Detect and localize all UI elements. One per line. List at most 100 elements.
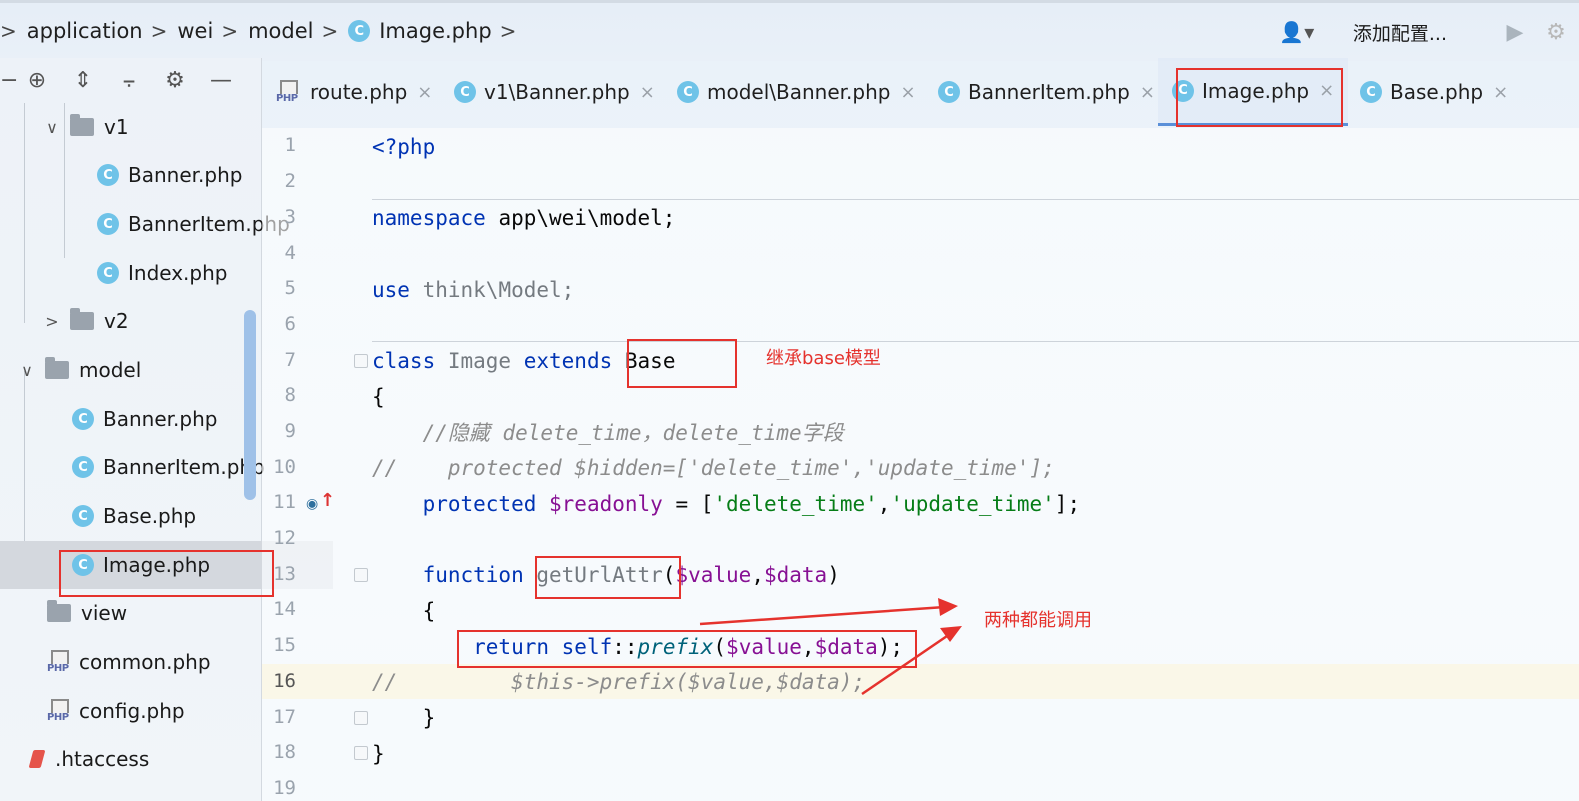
tree-folder-model[interactable]: ∨ model bbox=[0, 346, 278, 394]
class-icon: C bbox=[348, 20, 371, 42]
chevron-right-icon: > bbox=[150, 19, 168, 43]
tree-item-label: Index.php bbox=[128, 261, 228, 285]
tree-item-label: common.php bbox=[79, 650, 211, 674]
folder-icon bbox=[70, 114, 94, 136]
php-file-icon: PHP bbox=[47, 650, 73, 674]
class-icon: C bbox=[454, 81, 476, 103]
php-file-icon: PHP bbox=[276, 80, 302, 104]
breadcrumb: > application > wei > model > C Image.ph… bbox=[0, 17, 526, 45]
scrollbar[interactable] bbox=[244, 310, 256, 500]
tree-item-label: Banner.php bbox=[128, 163, 243, 187]
highlight-box-getter bbox=[535, 556, 681, 599]
tab-model-banner[interactable]: C model\Banner.php × bbox=[677, 58, 916, 126]
section-divider bbox=[372, 341, 1579, 342]
chevron-right-icon: > bbox=[221, 19, 239, 43]
gear-icon[interactable]: ⚙ bbox=[152, 68, 198, 93]
line-number: 3 bbox=[284, 206, 296, 228]
editor-tabs: PHP route.php × C v1\Banner.php × C mode… bbox=[262, 58, 1579, 128]
line-number: 11 bbox=[273, 491, 296, 513]
tree-folder-v1[interactable]: ∨ v1 bbox=[0, 103, 303, 151]
class-icon: C bbox=[97, 262, 119, 284]
line-number: 19 bbox=[273, 777, 296, 799]
line-number: 1 bbox=[284, 134, 296, 156]
chevron-down-icon[interactable]: ∨ bbox=[17, 361, 37, 380]
overrides-icon[interactable]: ◉ bbox=[306, 496, 318, 512]
line-number: 9 bbox=[284, 420, 296, 442]
code-line-3: namespace app\wei\model; bbox=[372, 206, 676, 230]
breadcrumb-item-application[interactable]: application bbox=[27, 19, 143, 43]
expand-all-icon[interactable]: ⇕ bbox=[60, 68, 106, 93]
code-line-1: <?php bbox=[372, 135, 436, 159]
fold-icon[interactable] bbox=[354, 746, 368, 760]
minimize-icon[interactable]: — bbox=[198, 68, 244, 93]
code-line-10: // protected $hidden=['delete_time','upd… bbox=[372, 456, 1055, 480]
tree-item-label: model bbox=[79, 358, 142, 382]
tab-route[interactable]: PHP route.php × bbox=[276, 58, 432, 126]
code-editor[interactable]: 1 2 3 4 5 6 7 8 9 10 11 12 13 14 15 16 1… bbox=[262, 128, 1579, 801]
annotation-both-callable: 两种都能调用 bbox=[984, 610, 1092, 631]
tab-label: BannerItem.php bbox=[968, 80, 1130, 104]
resize-handle[interactable]: − bbox=[0, 68, 18, 93]
code-line-11: protected $readonly = ['delete_time','up… bbox=[372, 492, 1081, 516]
tree-item-label: Banner.php bbox=[103, 407, 218, 431]
line-number: 17 bbox=[273, 706, 296, 728]
tree-item-label: BannerItem.php bbox=[103, 455, 265, 479]
fold-icon[interactable] bbox=[354, 568, 368, 582]
feather-icon bbox=[27, 748, 47, 770]
run-icon[interactable]: ▶ bbox=[1497, 20, 1533, 45]
class-icon: C bbox=[938, 81, 960, 103]
debug-icon[interactable]: ⚙ bbox=[1533, 20, 1579, 45]
line-number: 14 bbox=[273, 598, 296, 620]
line-gutter: 1 2 3 4 5 6 7 8 9 10 11 12 13 14 15 16 1… bbox=[262, 128, 368, 801]
add-configuration-button[interactable]: 添加配置... bbox=[1353, 19, 1447, 46]
class-icon: C bbox=[97, 164, 119, 186]
tree-item-label: v2 bbox=[104, 309, 129, 333]
folder-icon bbox=[70, 308, 94, 330]
line-number: 18 bbox=[273, 741, 296, 763]
close-icon[interactable]: × bbox=[640, 82, 655, 103]
line-number: 10 bbox=[273, 456, 296, 478]
breadcrumb-item-model[interactable]: model bbox=[248, 19, 313, 43]
tab-label: Base.php bbox=[1390, 80, 1484, 104]
close-icon[interactable]: × bbox=[417, 82, 432, 103]
run-toolbar: 👤▾ 添加配置... ▶ ⚙ bbox=[1271, 15, 1579, 49]
chevron-right-icon: > bbox=[321, 19, 339, 43]
chevron-right-icon: > bbox=[499, 19, 517, 43]
tab-label: model\Banner.php bbox=[707, 80, 891, 104]
class-icon: C bbox=[1360, 81, 1382, 103]
tab-v1-banner[interactable]: C v1\Banner.php × bbox=[454, 58, 655, 126]
close-icon[interactable]: × bbox=[1140, 82, 1155, 103]
close-icon[interactable]: × bbox=[1493, 82, 1508, 103]
code-line-5: use think\Model; bbox=[372, 278, 575, 302]
php-file-icon: PHP bbox=[47, 699, 73, 723]
highlight-box-return bbox=[457, 630, 917, 668]
up-arrow-icon[interactable]: ↑ bbox=[320, 490, 335, 511]
tree-folder-v2[interactable]: > v2 bbox=[0, 297, 303, 345]
code-line-17: } bbox=[372, 706, 436, 730]
tree-file-htaccess[interactable]: .htaccess bbox=[0, 735, 288, 783]
breadcrumb-item-wei[interactable]: wei bbox=[177, 19, 213, 43]
annotation-inherit-base: 继承base模型 bbox=[766, 348, 881, 369]
tree-item-label: config.php bbox=[79, 699, 185, 723]
tab-base[interactable]: C Base.php × bbox=[1360, 58, 1508, 126]
breadcrumb-item-image[interactable]: Image.php bbox=[379, 19, 491, 43]
fold-icon[interactable] bbox=[354, 354, 368, 368]
class-icon: C bbox=[677, 81, 699, 103]
fold-icon[interactable] bbox=[354, 711, 368, 725]
code-line-18: } bbox=[372, 742, 385, 766]
line-number: 12 bbox=[273, 527, 296, 549]
code-line-9: //隐藏 delete_time，delete_time字段 bbox=[372, 421, 844, 445]
section-divider bbox=[372, 199, 1579, 200]
highlight-box-base bbox=[627, 339, 737, 388]
chevron-right-icon[interactable]: > bbox=[42, 312, 62, 331]
code-line-14: { bbox=[372, 599, 436, 623]
collapse-all-icon[interactable]: ⨪ bbox=[106, 68, 152, 93]
user-icon[interactable]: 👤▾ bbox=[1271, 17, 1323, 47]
tab-banneritem[interactable]: C BannerItem.php × bbox=[938, 58, 1155, 126]
line-number: 6 bbox=[284, 313, 296, 335]
locate-icon[interactable]: ⊕ bbox=[14, 68, 60, 93]
close-icon[interactable]: × bbox=[900, 82, 915, 103]
navigation-bar: > application > wei > model > C Image.ph… bbox=[0, 0, 1579, 61]
highlight-box-tab-image bbox=[1176, 68, 1343, 127]
chevron-down-icon[interactable]: ∨ bbox=[42, 118, 62, 137]
